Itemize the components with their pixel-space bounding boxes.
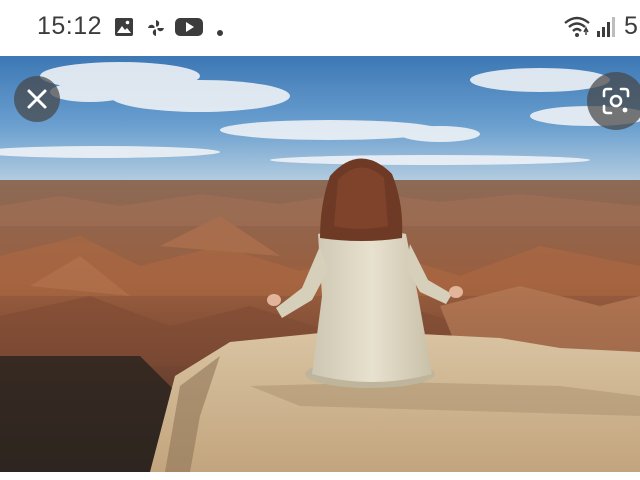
pinwheel-icon: [146, 18, 166, 43]
youtube-icon: [175, 17, 203, 42]
image-viewer[interactable]: [0, 56, 640, 472]
gallery-icon: [114, 17, 134, 42]
signal-icon: [596, 15, 616, 44]
battery-percent: 5: [624, 12, 638, 40]
status-time: 15:12: [37, 12, 103, 40]
close-button[interactable]: [14, 76, 60, 122]
wifi-icon: [563, 15, 591, 44]
woman-meditating-canyon-image: [0, 56, 640, 472]
close-icon: [27, 89, 47, 109]
lens-icon: [602, 87, 630, 115]
lens-button[interactable]: [587, 72, 640, 130]
status-bar: 15:12 5: [0, 0, 640, 56]
bottom-strip: [0, 472, 640, 480]
dot-icon: [216, 24, 224, 42]
